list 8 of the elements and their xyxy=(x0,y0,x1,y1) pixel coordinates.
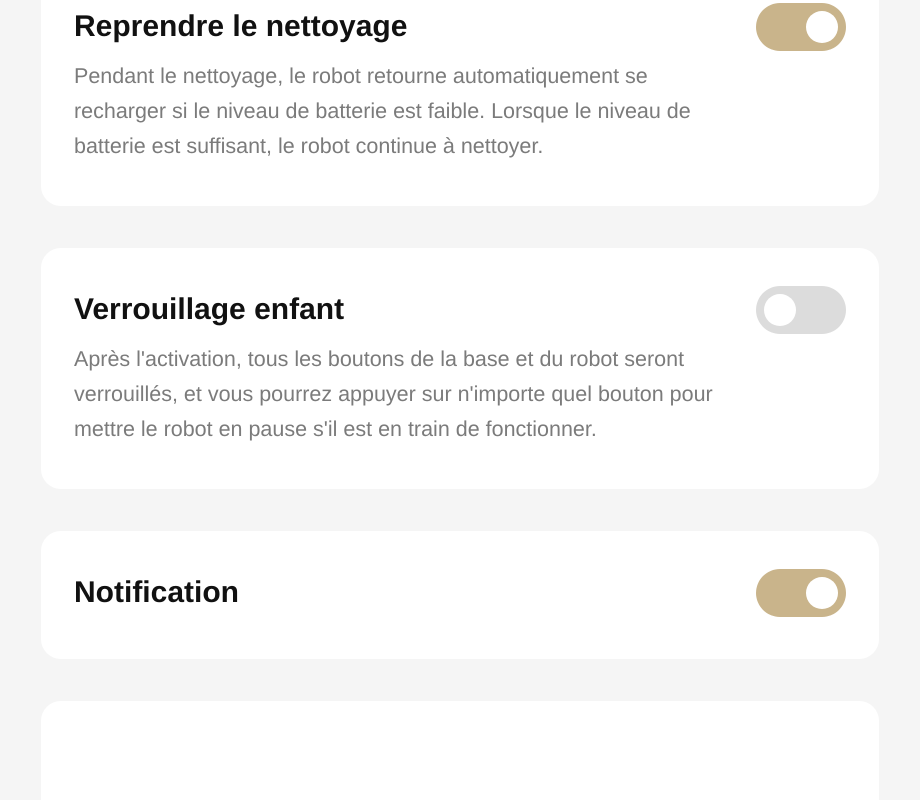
setting-title: Verrouillage enfant xyxy=(74,292,346,328)
toggle-switch[interactable] xyxy=(756,569,846,617)
toggle-switch[interactable] xyxy=(756,286,846,334)
setting-description: Pendant le nettoyage, le robot retourne automatiquement se recharger si le niveau de batterie est faible. Lorsque le niveau de batterie est suffisant, le robot continue à nettoyer. xyxy=(74,63,692,160)
setting-title: Reprendre le nettoyage xyxy=(74,9,408,45)
setting-description: Après l'activation, tous les boutons de la base et du robot seront verrouillés, et vous pourrez appuyer sur n'importe quel bouton pour mettre le robot en pause s'il est en train de fonctionner. xyxy=(74,346,714,443)
setting-title: Notification xyxy=(74,575,240,611)
toggle-switch[interactable] xyxy=(756,3,846,51)
